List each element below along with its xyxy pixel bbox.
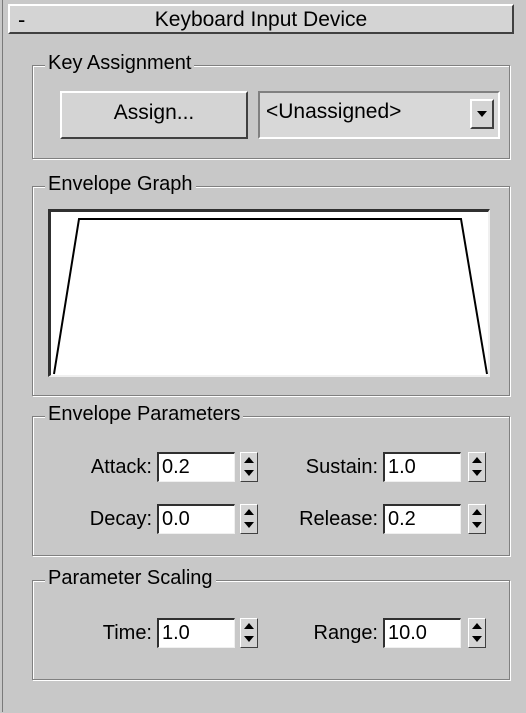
decay-field[interactable]: 0.0 [157, 504, 235, 534]
envelope-parameters-label: Envelope Parameters [45, 403, 244, 425]
spinner-down-icon[interactable] [241, 619, 257, 647]
release-label: Release: [299, 508, 378, 530]
time-label: Time: [102, 622, 152, 644]
range-field[interactable]: 10.0 [383, 618, 461, 648]
dropdown-arrow-icon[interactable] [470, 99, 494, 129]
attack-field[interactable]: 0.2 [157, 452, 235, 482]
sustain-label: Sustain: [305, 456, 378, 478]
envelope-graph-label: Envelope Graph [45, 173, 196, 195]
spinner-down-icon[interactable] [469, 453, 485, 481]
range-spinner[interactable] [468, 618, 486, 648]
rollout-title: Keyboard Input Device [154, 8, 368, 31]
decay-spinner[interactable] [240, 504, 258, 534]
spinner-down-icon[interactable] [241, 505, 257, 533]
time-field[interactable]: 1.0 [157, 618, 235, 648]
rollout-header[interactable]: - Keyboard Input Device [8, 4, 514, 34]
decay-label: Decay: [89, 508, 152, 530]
release-spinner[interactable] [468, 504, 486, 534]
spinner-down-icon[interactable] [469, 619, 485, 647]
spinner-down-icon[interactable] [469, 505, 485, 533]
spinner-down-icon[interactable] [241, 453, 257, 481]
envelope-graph [48, 209, 490, 377]
parameter-scaling-label: Parameter Scaling [45, 567, 216, 589]
key-select[interactable]: <Unassigned> [258, 91, 500, 139]
attack-label: Attack: [90, 456, 152, 478]
assign-button[interactable]: Assign... [60, 91, 248, 139]
envelope-parameters-group [32, 416, 510, 556]
sustain-spinner[interactable] [468, 452, 486, 482]
key-assignment-label: Key Assignment [45, 52, 195, 74]
envelope-curve [53, 218, 488, 375]
release-field[interactable]: 0.2 [383, 504, 461, 534]
range-label: Range: [313, 622, 379, 644]
sustain-field[interactable]: 1.0 [383, 452, 461, 482]
attack-spinner[interactable] [240, 452, 258, 482]
key-select-value: <Unassigned> [266, 100, 402, 123]
time-spinner[interactable] [240, 618, 258, 648]
